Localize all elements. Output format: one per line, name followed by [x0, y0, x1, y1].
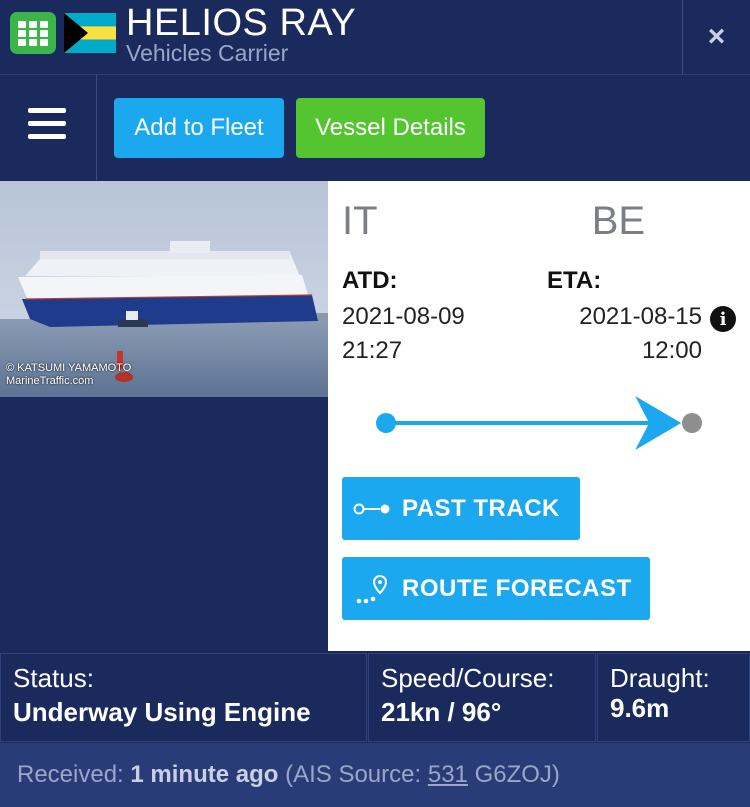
eta-label: ETA:: [547, 267, 602, 294]
vessel-type: Vehicles Carrier: [126, 40, 289, 66]
photo-credit-line: MarineTraffic.com: [6, 375, 94, 387]
eta-date: 2021-08-15: [579, 303, 702, 330]
ais-source-link[interactable]: 531: [428, 761, 468, 788]
status-label: Status:: [13, 663, 94, 693]
close-icon[interactable]: ×: [683, 0, 750, 74]
vessel-details-button[interactable]: Vessel Details: [296, 98, 485, 158]
received-ago: 1 minute ago: [130, 761, 279, 788]
ais-source-prefix: (AIS Source:: [285, 761, 422, 788]
arrival-marker: [682, 413, 702, 433]
route-forecast-label: ROUTE FORECAST: [402, 574, 632, 602]
departure-port[interactable]: IT SAL: [342, 198, 464, 244]
arrival-port-code: ZEE: [656, 199, 734, 243]
speed-course-label: Speed/Course:: [381, 663, 555, 693]
past-track-label: PAST TRACK: [402, 494, 560, 522]
draught-box: Draught: 9.6m: [597, 653, 750, 742]
atd-date: 2021-08-09: [342, 303, 465, 330]
photo-credit-line: © KATSUMI YAMAMOTO: [6, 362, 132, 374]
hamburger-menu-icon[interactable]: [28, 106, 68, 142]
divider: [96, 75, 97, 180]
received-info: Received: 1 minute ago (AIS Source: 531 …: [17, 761, 560, 789]
atd-label: ATD:: [342, 267, 398, 294]
voyage-progress: [376, 396, 702, 450]
atd-time: 21:27: [342, 337, 403, 364]
ais-source-suffix: G6ZOJ): [474, 761, 560, 788]
status-box: Status: Underway Using Engine: [0, 653, 367, 742]
route-forecast-icon: [342, 573, 402, 605]
apps-grid-icon[interactable]: [10, 12, 56, 54]
add-to-fleet-button[interactable]: Add to Fleet: [114, 98, 284, 158]
departure-marker: [376, 413, 396, 433]
bahamas-flag-icon: [64, 13, 116, 53]
draught-value: 9.6m: [610, 693, 670, 723]
draught-label: Draught:: [610, 663, 710, 693]
route-forecast-button[interactable]: ROUTE FORECAST: [342, 557, 650, 620]
departure-country-code: IT: [342, 199, 377, 243]
status-value: Underway Using Engine: [13, 697, 311, 727]
received-prefix: Received:: [17, 761, 124, 788]
arrival-port[interactable]: BE ZEE: [592, 198, 734, 244]
past-track-icon: [342, 502, 402, 516]
info-icon[interactable]: i: [710, 306, 736, 332]
photo-credit: © KATSUMI YAMAMOTO MarineTraffic.com: [6, 362, 131, 388]
departure-port-code: SAL: [387, 199, 464, 243]
vessel-name: HELIOS RAY: [126, 2, 357, 44]
past-track-button[interactable]: PAST TRACK: [342, 477, 580, 540]
arrival-country-code: BE: [591, 199, 646, 243]
speed-course-box: Speed/Course: 21kn / 96°: [368, 653, 596, 742]
speed-course-value: 21kn / 96°: [381, 697, 502, 727]
eta-time: 12:00: [641, 337, 702, 364]
